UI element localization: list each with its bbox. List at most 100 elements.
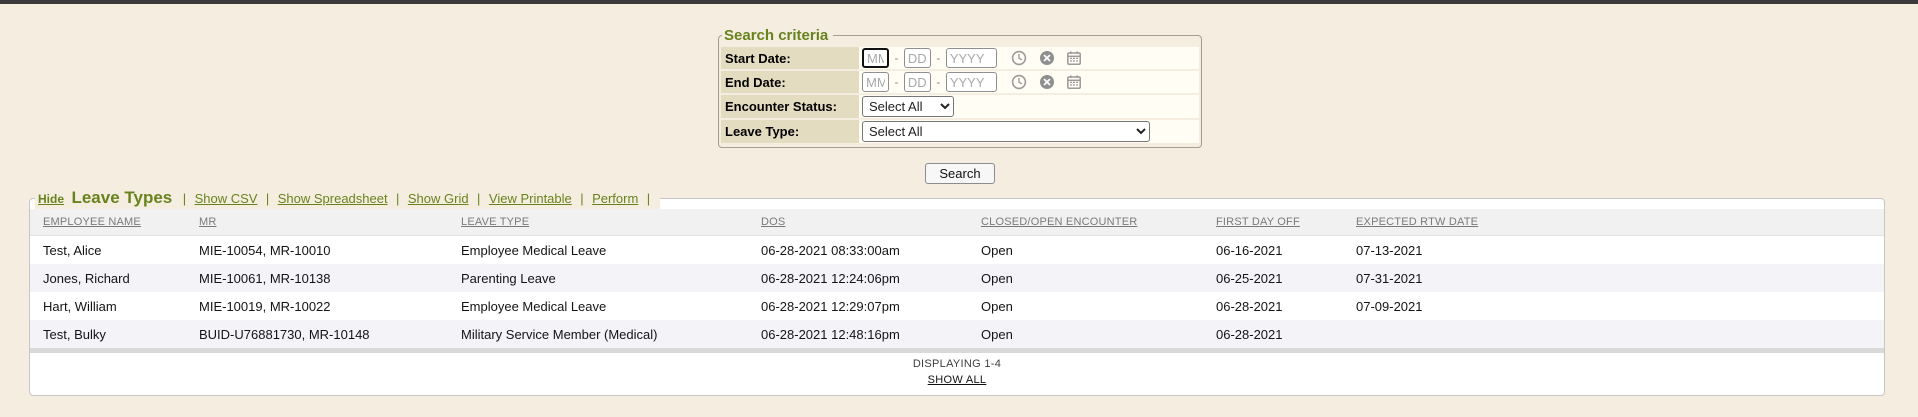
toolbar-separator: | [477,191,480,206]
cell-leave-type: Parenting Leave [448,264,748,292]
search-criteria-form: Start Date: - - [721,45,1199,145]
cell-first-day-off: 06-25-2021 [1203,264,1343,292]
cell-employee-name: Test, Alice [30,236,186,265]
cell-employee-name: Hart, William [30,292,186,320]
date-separator: - [936,51,940,65]
col-leave-type: LEAVE TYPE [448,209,748,236]
show-csv-link[interactable]: Show CSV [195,191,258,206]
leave-types-table: EMPLOYEE NAME MR LEAVE TYPE DOS CLOSED/O… [30,209,1884,348]
date-separator: - [936,75,940,89]
clock-icon[interactable] [1011,74,1027,90]
sort-mr[interactable]: MR [199,216,217,228]
cell-encounter-status: Open [968,320,1203,348]
encounter-status-cell: Select All [859,95,1199,118]
leave-types-panel: Hide Leave Types | Show CSV | Show Sprea… [29,188,1885,396]
end-date-day-input[interactable] [904,72,931,92]
start-date-icon-group [1011,49,1089,67]
cell-encounter-status: Open [968,264,1203,292]
sort-first-day-off[interactable]: FIRST DAY OFF [1216,216,1300,228]
cell-dos: 06-28-2021 08:33:00am [748,236,968,265]
cell-expected-rtw-date: 07-13-2021 [1343,236,1884,265]
cell-employee-name: Jones, Richard [30,264,186,292]
cell-dos: 06-28-2021 12:48:16pm [748,320,968,348]
leave-type-select[interactable]: Select All [862,121,1150,142]
sort-expected-rtw-date[interactable]: EXPECTED RTW DATE [1356,216,1478,228]
sort-closed-open-encounter[interactable]: CLOSED/OPEN ENCOUNTER [981,216,1137,228]
leave-type-label: Leave Type: [721,120,859,143]
show-spreadsheet-link[interactable]: Show Spreadsheet [278,191,388,206]
end-date-label: End Date: [721,71,859,93]
displaying-count: DISPLAYING 1-4 [30,358,1884,370]
table-footer: DISPLAYING 1-4 SHOW ALL [30,353,1884,395]
cell-first-day-off: 06-28-2021 [1203,320,1343,348]
show-grid-link[interactable]: Show Grid [408,191,469,206]
clock-icon[interactable] [1011,50,1027,66]
start-date-inputs: - - [859,47,1199,69]
cell-employee-name: Test, Bulky [30,320,186,348]
cell-first-day-off: 06-28-2021 [1203,292,1343,320]
calendar-icon[interactable] [1066,74,1082,90]
col-mr: MR [186,209,448,236]
col-first-day-off: FIRST DAY OFF [1203,209,1343,236]
end-date-inputs: - - [859,71,1199,93]
end-date-year-input[interactable] [946,72,997,92]
col-dos: DOS [748,209,968,236]
toolbar-separator: | [580,191,583,206]
sort-dos[interactable]: DOS [761,216,785,228]
toolbar-separator: | [647,191,650,206]
start-date-month-input[interactable] [862,48,889,68]
search-criteria-area: Search criteria Start Date: - - [718,27,1202,148]
cell-expected-rtw-date: 07-31-2021 [1343,264,1884,292]
hide-link[interactable]: Hide [38,192,64,206]
leave-type-cell: Select All [859,120,1199,143]
toolbar-separator: | [266,191,269,206]
cell-expected-rtw-date: 07-09-2021 [1343,292,1884,320]
cell-first-day-off: 06-16-2021 [1203,236,1343,265]
search-criteria-panel: Search criteria Start Date: - - [718,27,1202,148]
table-row[interactable]: Test, Alice MIE-10054, MR-10010 Employee… [30,236,1884,265]
show-all-link[interactable]: SHOW ALL [928,374,987,386]
search-button[interactable]: Search [925,163,994,184]
col-expected-rtw-date: EXPECTED RTW DATE [1343,209,1884,236]
cell-encounter-status: Open [968,236,1203,265]
start-date-day-input[interactable] [904,48,931,68]
start-date-row: Start Date: - - [721,47,1199,69]
cell-leave-type: Military Service Member (Medical) [448,320,748,348]
table-row[interactable]: Test, Bulky BUID-U76881730, MR-10148 Mil… [30,320,1884,348]
clear-icon[interactable] [1039,74,1055,90]
sort-employee-name[interactable]: EMPLOYEE NAME [43,216,141,228]
cell-encounter-status: Open [968,292,1203,320]
calendar-icon[interactable] [1066,50,1082,66]
search-criteria-legend: Search criteria [722,27,833,44]
view-printable-link[interactable]: View Printable [489,191,572,206]
cell-dos: 06-28-2021 12:24:06pm [748,264,968,292]
cell-dos: 06-28-2021 12:29:07pm [748,292,968,320]
cell-leave-type: Employee Medical Leave [448,292,748,320]
end-date-icon-group [1011,73,1089,91]
toolbar-separator: | [396,191,399,206]
table-row[interactable]: Jones, Richard MIE-10061, MR-10138 Paren… [30,264,1884,292]
table-row[interactable]: Hart, William MIE-10019, MR-10022 Employ… [30,292,1884,320]
col-employee-name: EMPLOYEE NAME [30,209,186,236]
encounter-status-select[interactable]: Select All [862,96,954,117]
sort-leave-type[interactable]: LEAVE TYPE [461,216,529,228]
panel-title: Leave Types [71,188,172,207]
search-button-row: Search [718,163,1202,184]
table-header-row: EMPLOYEE NAME MR LEAVE TYPE DOS CLOSED/O… [30,209,1884,236]
cell-mr: MIE-10061, MR-10138 [186,264,448,292]
date-separator: - [894,51,898,65]
date-separator: - [894,75,898,89]
top-border-bar [0,0,1918,4]
start-date-year-input[interactable] [946,48,997,68]
perform-link[interactable]: Perform [592,191,638,206]
cell-mr: MIE-10019, MR-10022 [186,292,448,320]
toolbar-separator: | [183,191,186,206]
clear-icon[interactable] [1039,50,1055,66]
encounter-status-row: Encounter Status: Select All [721,95,1199,118]
cell-mr: MIE-10054, MR-10010 [186,236,448,265]
end-date-row: End Date: - - [721,71,1199,93]
end-date-month-input[interactable] [862,72,889,92]
encounter-status-label: Encounter Status: [721,95,859,118]
leave-type-row: Leave Type: Select All [721,120,1199,143]
leave-types-toolbar: Hide Leave Types | Show CSV | Show Sprea… [35,188,660,209]
